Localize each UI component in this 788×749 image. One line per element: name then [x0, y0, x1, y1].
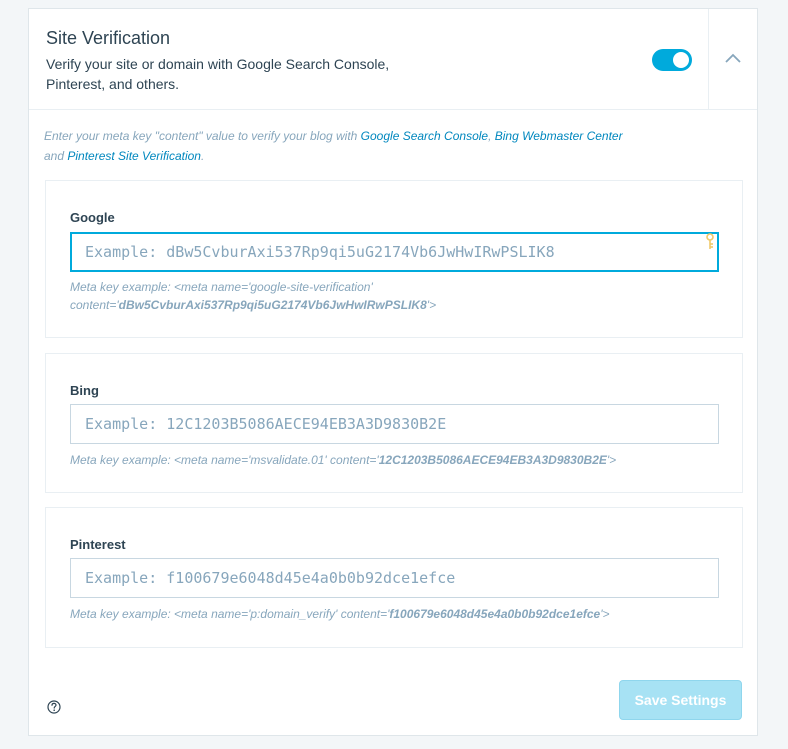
- pinterest-hint-suffix: '>: [600, 607, 610, 621]
- collapse-button[interactable]: [708, 9, 757, 109]
- chevron-up-icon: [725, 53, 741, 63]
- google-hint-key: dBw5CvburAxi537Rp9qi5uG2174Vb6JwHwIRwPSL…: [118, 298, 427, 312]
- google-label: Google: [70, 210, 115, 225]
- site-verification-card: Site Verification Verify your site or do…: [28, 8, 758, 736]
- pinterest-hint-prefix: Meta key example: <meta name='p:domain_v…: [70, 607, 390, 621]
- intro-suffix: .: [200, 149, 205, 163]
- intro-prefix: Enter your meta key "content" value to v…: [44, 129, 361, 143]
- google-hint: Meta key example: <meta name='google-sit…: [70, 278, 510, 314]
- pinterest-panel: Pinterest Meta key example: <meta name='…: [45, 507, 743, 648]
- bing-hint-key: 12C1203B5086AECE94EB3A3D9830B2E: [378, 453, 607, 467]
- card-description: Verify your site or domain with Google S…: [46, 56, 390, 92]
- google-search-console-link[interactable]: Google Search Console: [361, 129, 488, 143]
- pinterest-hint: Meta key example: <meta name='p:domain_v…: [70, 605, 720, 623]
- card-title: Site Verification: [46, 28, 171, 48]
- bing-panel: Bing Meta key example: <meta name='msval…: [45, 353, 743, 493]
- save-settings-button[interactable]: Save Settings: [619, 680, 742, 720]
- bing-label: Bing: [70, 383, 99, 398]
- help-circle-icon[interactable]: [47, 700, 61, 714]
- pinterest-verification-input[interactable]: [70, 558, 719, 598]
- bing-hint-prefix: Meta key example: <meta name='msvalidate…: [70, 453, 379, 467]
- pinterest-site-verification-link[interactable]: Pinterest Site Verification: [67, 149, 201, 163]
- bing-hint-suffix: '>: [606, 453, 617, 467]
- pinterest-hint-key: f100679e6048d45e4a0b0b92dce1efce: [389, 607, 601, 621]
- key-icon[interactable]: [704, 233, 716, 251]
- intro-sep1: ,: [488, 129, 495, 143]
- bing-webmaster-center-link[interactable]: Bing Webmaster Center: [495, 129, 623, 143]
- toggle-knob: [673, 52, 689, 68]
- bing-hint: Meta key example: <meta name='msvalidate…: [70, 451, 720, 469]
- google-panel: Google Meta key example: <meta name='goo…: [45, 180, 743, 338]
- card-header: Site Verification Verify your site or do…: [29, 9, 757, 110]
- google-hint-suffix: '>: [426, 298, 437, 312]
- intro-text: Enter your meta key "content" value to v…: [44, 126, 744, 166]
- google-verification-input[interactable]: [70, 232, 719, 272]
- bing-verification-input[interactable]: [70, 404, 719, 444]
- site-verification-toggle[interactable]: [652, 49, 692, 71]
- intro-sep2: and: [44, 149, 68, 163]
- pinterest-label: Pinterest: [70, 537, 126, 552]
